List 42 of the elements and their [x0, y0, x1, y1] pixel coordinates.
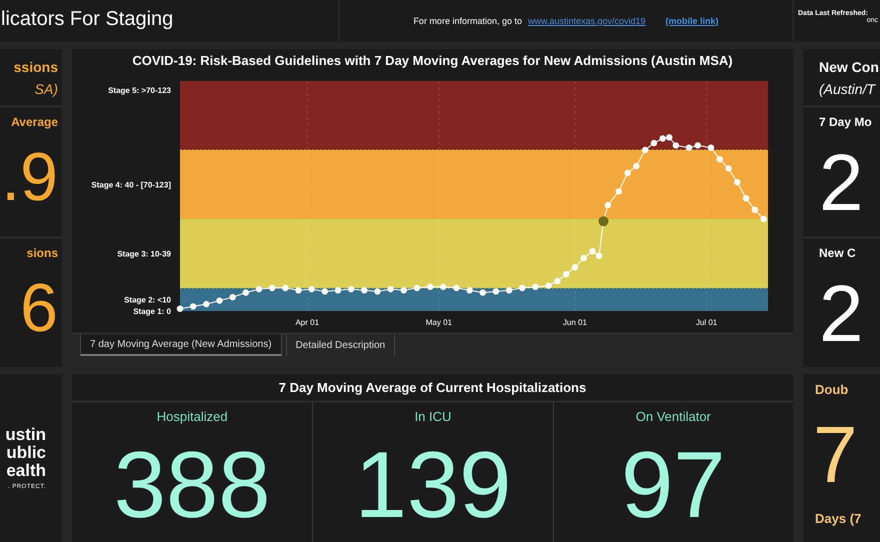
axis-label: Stage 4: 40 - [70-123] [91, 180, 171, 190]
metric-label: Average [11, 115, 58, 129]
axis-label: Jun 01 [562, 318, 587, 327]
metric-value: 2 [819, 143, 864, 223]
metric-label: New C [819, 246, 856, 260]
info-text: For more information, go to [413, 16, 522, 26]
metric-value: .9 [1, 143, 58, 211]
axis-label: Apr 01 [295, 318, 320, 327]
metric-label: sions [26, 246, 58, 260]
axis-label: May 01 [426, 318, 452, 327]
axis-label: Stage 3: 10-39 [117, 250, 171, 258]
axis-label: Stage 2: <10 [124, 296, 171, 304]
metric-label: 7 Day Mo [819, 115, 872, 129]
metric-value: 139 [354, 438, 512, 532]
metric-value: 97 [621, 438, 726, 532]
axis-label: Stage 5: >70-123 [108, 86, 171, 96]
metric-value: 7 [812, 415, 858, 495]
link[interactable]: www.austintexas.gov/covid19 [528, 16, 646, 26]
highlighted-point [598, 216, 608, 226]
metric-label: In ICU [414, 409, 452, 424]
panel-title: Doub [814, 381, 850, 397]
panel-caption: Days (7 [814, 510, 862, 526]
metric-label: Hospitalized [156, 409, 228, 424]
tab[interactable]: Detailed Description [286, 334, 396, 356]
panel-subtitle: (Austin/T [819, 80, 876, 96]
metric-value: 388 [114, 438, 271, 532]
chart-title: COVID-19: Risk-Based Guidelines with 7 Day Moving Averages for New Admissions (Austin MSA) [131, 52, 734, 68]
panel-subtitle: SA) [34, 80, 58, 96]
dashboard-title: licators For Staging [0, 8, 174, 30]
logo-text: ealth [6, 462, 46, 479]
logo-text: ublic [6, 444, 46, 461]
axis-label: Stage 1: 0 [133, 307, 171, 316]
metric-value: 6 [20, 274, 58, 342]
panel-title: 7 Day Moving Average of Current Hospitalizations [72, 374, 793, 402]
logo-text: ustin [5, 426, 46, 443]
panel-title: ssions [14, 58, 58, 74]
axis-label: Jul 01 [696, 318, 718, 327]
link[interactable]: (mobile link) [666, 16, 719, 26]
tab[interactable]: 7 day Moving Average (New Admissions) [80, 334, 282, 356]
panel-title: New Con [819, 58, 879, 74]
metric-label: On Ventilator [636, 409, 711, 424]
metric-value: 2 [819, 274, 864, 354]
